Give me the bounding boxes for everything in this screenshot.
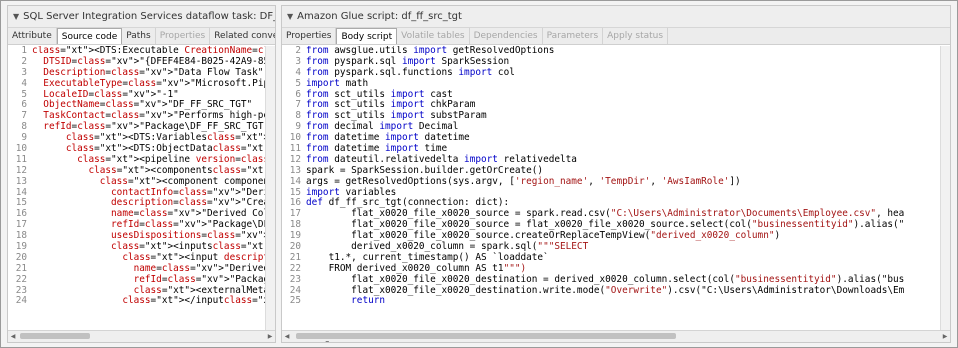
left-scroll-thumb[interactable] — [20, 333, 90, 339]
tab-parameters[interactable]: Parameters — [543, 28, 604, 44]
line-number: 14 — [289, 175, 301, 187]
line-number: 8 — [21, 121, 27, 133]
left-panel-titlebar[interactable]: ▼ SQL Server Integration Services dataflo… — [8, 6, 275, 28]
tab-volatile-tables[interactable]: Volatile tables — [397, 28, 470, 44]
collapse-arrow-icon[interactable]: ▼ — [13, 12, 19, 21]
code-line: 14 args = getResolvedOptions(sys.argv, ['… — [282, 175, 950, 188]
xml-source-editor[interactable]: 1 class="xt"><DTS:Executable CreationName… — [8, 46, 275, 330]
right-horizontal-scrollbar[interactable]: ◀ ▶ — [282, 330, 950, 342]
tab-dependencies[interactable]: Dependencies — [470, 28, 543, 44]
line-number: 7 — [21, 110, 27, 122]
line-number: 13 — [15, 175, 27, 187]
line-number: 5 — [295, 77, 301, 89]
code-line: 5 import math — [282, 77, 950, 90]
scroll-right-arrow-icon[interactable]: ▶ — [940, 331, 950, 342]
tab-attribute[interactable]: Attribute — [8, 28, 57, 44]
code-text: args = getResolvedOptions(sys.argv, ['re… — [306, 175, 741, 187]
left-horizontal-scrollbar[interactable]: ◀ ▶ — [8, 330, 275, 342]
code-text: class="xt"></inputclass="xt">> — [122, 295, 275, 307]
left-vertical-scrollbar[interactable] — [265, 46, 275, 330]
line-number: 25 — [289, 295, 301, 307]
line-number: 3 — [295, 55, 301, 67]
ssis-source-panel: ▼ SQL Server Integration Services dataflo… — [7, 5, 276, 343]
glue-script-panel: ▼ Amazon Glue script: df_ff_src_tgt Prope… — [281, 5, 951, 343]
right-tab-bar: Properties Body script Volatile tables Depe… — [282, 28, 950, 45]
right-vertical-scrollbar[interactable] — [940, 46, 950, 330]
line-number: 3 — [21, 66, 27, 78]
code-line: 24 class="xt"></inputclass="xt">> — [8, 296, 275, 307]
tab-apply-status[interactable]: Apply status — [603, 28, 669, 44]
window-frame: ▼ SQL Server Integration Services dataflo… — [0, 0, 958, 348]
line-number: 1 — [21, 46, 27, 56]
python-script-editor[interactable]: 2 from awsglue.utils import getResolvedOp… — [282, 46, 950, 330]
tab-source-code[interactable]: Source code — [56, 28, 123, 44]
scroll-left-arrow-icon[interactable]: ◀ — [282, 331, 292, 342]
mouse-cursor-icon: ⇖ — [324, 338, 333, 342]
line-number: 23 — [289, 273, 301, 285]
left-panel-title: SQL Server Integration Services dataflow… — [23, 11, 275, 22]
right-scroll-thumb[interactable] — [296, 333, 676, 339]
line-number: 4 — [295, 66, 301, 78]
line-number: 22 — [15, 273, 27, 285]
line-number: 5 — [21, 88, 27, 100]
line-number: 7 — [295, 99, 301, 111]
line-number: 24 — [15, 295, 27, 307]
line-number: 2 — [21, 55, 27, 67]
tab-properties[interactable]: Properties — [282, 28, 337, 44]
tab-body-script[interactable]: Body script — [336, 28, 398, 44]
line-number: 2 — [295, 46, 301, 56]
left-tab-bar: Attribute Source code Paths Properties Relat… — [8, 28, 275, 45]
scroll-right-arrow-icon[interactable]: ▶ — [265, 331, 275, 342]
code-line: 25 return — [282, 296, 950, 307]
scroll-left-arrow-icon[interactable]: ◀ — [8, 331, 18, 342]
line-number: 8 — [295, 110, 301, 122]
right-panel-title: Amazon Glue script: df_ff_src_tgt — [297, 11, 462, 22]
tab-paths[interactable]: Paths — [122, 28, 156, 44]
code-text: return — [351, 295, 386, 307]
line-number: 4 — [21, 77, 27, 89]
collapse-arrow-icon[interactable]: ▼ — [287, 12, 293, 21]
line-number: 6 — [21, 99, 27, 111]
right-panel-titlebar[interactable]: ▼ Amazon Glue script: df_ff_src_tgt — [282, 6, 950, 28]
line-number: 6 — [295, 88, 301, 100]
code-line: 4 from pyspark.sql.functions import col — [282, 66, 950, 79]
tab-related-converte[interactable]: Related converte — [210, 28, 275, 44]
code-text: flat_x0020_file_x0020_destination.write.… — [306, 284, 905, 296]
tab-properties[interactable]: Properties — [156, 28, 211, 44]
